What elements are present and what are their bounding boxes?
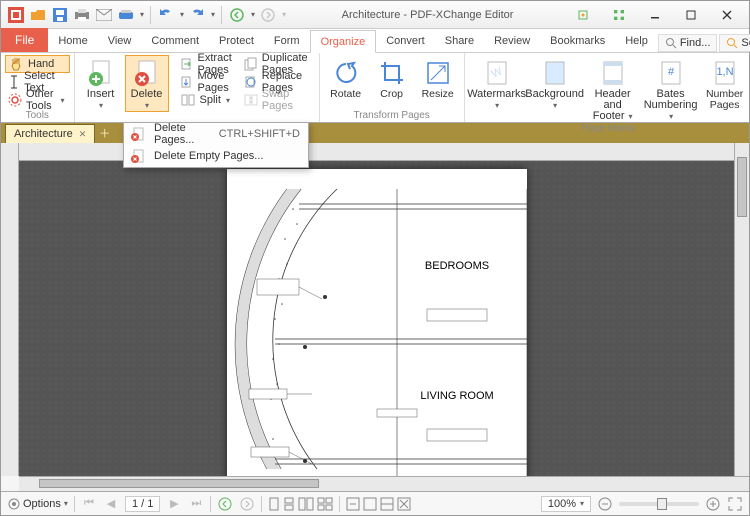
svg-text:#: #: [668, 66, 675, 78]
page-canvas[interactable]: BEDROOMS LIVING ROOM BASEMENT: [19, 161, 734, 476]
mail-icon[interactable]: [95, 6, 113, 24]
resize-icon: [423, 58, 453, 88]
split-pages-button[interactable]: Split▾: [177, 91, 239, 109]
delete-pages-icon: [130, 126, 146, 142]
resize-button[interactable]: Resize: [416, 55, 460, 101]
number-pages-button[interactable]: 1,NNumber Pages: [701, 55, 749, 112]
document-tab[interactable]: Architecture✕: [5, 124, 95, 143]
zoom-out-icon[interactable]: [597, 496, 613, 512]
zoom-value[interactable]: 100%▾: [541, 496, 591, 512]
delete-icon: [132, 58, 162, 88]
cursor-icon: [8, 74, 20, 90]
print-icon[interactable]: [73, 6, 91, 24]
watermarks-button[interactable]: WWatermarks▾: [469, 55, 525, 112]
app-window: ▾ ▾ ▾ ▾ ▾ Architecture - PDF-XChange Edi…: [0, 0, 750, 516]
watermark-icon: W: [482, 58, 512, 88]
new-tab-button[interactable]: ＋: [95, 123, 114, 143]
page-indicator[interactable]: 1 / 1: [125, 496, 160, 512]
options-button[interactable]: Options▾: [7, 497, 68, 511]
find-button[interactable]: Find...: [658, 34, 718, 52]
background-button[interactable]: Background▾: [527, 55, 583, 112]
nav-fwd-icon[interactable]: [259, 6, 277, 24]
tab-protect[interactable]: Protect: [209, 29, 264, 52]
first-page-icon[interactable]: ⏮: [81, 496, 97, 512]
hand-icon: [8, 56, 24, 72]
bates-button[interactable]: #Bates Numbering ▾: [643, 55, 699, 123]
insert-icon: [86, 58, 116, 88]
tab-view[interactable]: View: [98, 29, 142, 52]
undo-icon[interactable]: [157, 6, 175, 24]
tab-comment[interactable]: Comment: [141, 29, 209, 52]
app-icon: [7, 6, 25, 24]
fit-buttons[interactable]: [346, 497, 411, 511]
menu-delete-pages[interactable]: Delete Pages... CTRL+SHIFT+D: [124, 123, 308, 145]
maximize-button[interactable]: [677, 6, 705, 24]
ui-toggle-icon[interactable]: [569, 6, 597, 24]
page: BEDROOMS LIVING ROOM BASEMENT: [227, 169, 527, 476]
number-icon: 1,N: [710, 58, 740, 88]
vertical-ruler: [1, 143, 19, 476]
next-page-icon[interactable]: ▶: [166, 496, 182, 512]
rotate-icon: [331, 58, 361, 88]
status-bar: Options▾ ⏮ ◀ 1 / 1 ▶ ⏭ 100%▾: [1, 491, 749, 515]
scan-icon[interactable]: [117, 6, 135, 24]
ribbon-tabstrip: File Home View Comment Protect Form Orga…: [1, 29, 749, 53]
label-living: LIVING ROOM: [420, 390, 493, 402]
tab-review[interactable]: Review: [484, 29, 540, 52]
delete-dropdown-menu: Delete Pages... CTRL+SHIFT+D Delete Empt…: [123, 122, 309, 168]
vertical-scrollbar[interactable]: [734, 143, 749, 476]
background-icon: [540, 58, 570, 88]
history-back-icon[interactable]: [217, 496, 233, 512]
tab-home[interactable]: Home: [48, 29, 97, 52]
delete-empty-icon: [130, 148, 146, 164]
architectural-drawing: BEDROOMS LIVING ROOM BASEMENT: [227, 169, 527, 476]
horizontal-scrollbar[interactable]: [19, 476, 749, 491]
quick-access-toolbar: ▾ ▾ ▾ ▾ ▾: [1, 6, 286, 24]
close-tab-icon[interactable]: ✕: [79, 129, 87, 140]
last-page-icon[interactable]: ⏭: [188, 496, 204, 512]
tab-bookmarks[interactable]: Bookmarks: [540, 29, 615, 52]
tab-organize[interactable]: Organize: [310, 30, 377, 53]
launch-icon[interactable]: [605, 6, 633, 24]
headerfooter-icon: [598, 58, 628, 88]
qat-dropdown-icon[interactable]: ▾: [140, 10, 144, 19]
insert-pages-button[interactable]: Insert▾: [79, 55, 123, 112]
svg-text:1,N: 1,N: [716, 66, 733, 78]
crop-icon: [377, 58, 407, 88]
tab-file[interactable]: File: [1, 28, 48, 52]
gear-icon: [8, 92, 22, 108]
tab-help[interactable]: Help: [615, 29, 658, 52]
window-title: Architecture - PDF-XChange Editor: [286, 9, 569, 21]
search-button[interactable]: Search...: [719, 34, 750, 52]
delete-pages-button[interactable]: Delete▾: [125, 55, 169, 112]
save-icon[interactable]: [51, 6, 69, 24]
close-button[interactable]: [713, 6, 741, 24]
fullscreen-icon[interactable]: [727, 496, 743, 512]
history-fwd-icon[interactable]: [239, 496, 255, 512]
minimize-button[interactable]: [641, 6, 669, 24]
open-icon[interactable]: [29, 6, 47, 24]
other-tools-button[interactable]: Other Tools▾: [5, 91, 70, 109]
headerfooter-button[interactable]: Header and Footer ▾: [585, 55, 641, 123]
rotate-button[interactable]: Rotate: [324, 55, 368, 101]
crop-button[interactable]: Crop: [370, 55, 414, 101]
tab-convert[interactable]: Convert: [376, 29, 435, 52]
move-pages-button[interactable]: Move Pages: [177, 73, 239, 91]
redo-icon[interactable]: [188, 6, 206, 24]
ribbon: Hand Select Text Other Tools▾ Tools Inse…: [1, 53, 749, 123]
page-layout-buttons[interactable]: [268, 497, 333, 511]
tab-share[interactable]: Share: [435, 29, 484, 52]
nav-back-icon[interactable]: [228, 6, 246, 24]
menu-delete-empty-pages[interactable]: Delete Empty Pages...: [124, 145, 308, 167]
label-bedrooms: BEDROOMS: [424, 260, 488, 272]
title-bar: ▾ ▾ ▾ ▾ ▾ Architecture - PDF-XChange Edi…: [1, 1, 749, 29]
swap-pages-button: Swap Pages: [241, 91, 315, 109]
zoom-in-icon[interactable]: [705, 496, 721, 512]
bates-icon: #: [656, 58, 686, 88]
document-viewer: BEDROOMS LIVING ROOM BASEMENT: [1, 143, 749, 476]
tab-form[interactable]: Form: [264, 29, 310, 52]
prev-page-icon[interactable]: ◀: [103, 496, 119, 512]
zoom-slider[interactable]: [619, 502, 699, 506]
